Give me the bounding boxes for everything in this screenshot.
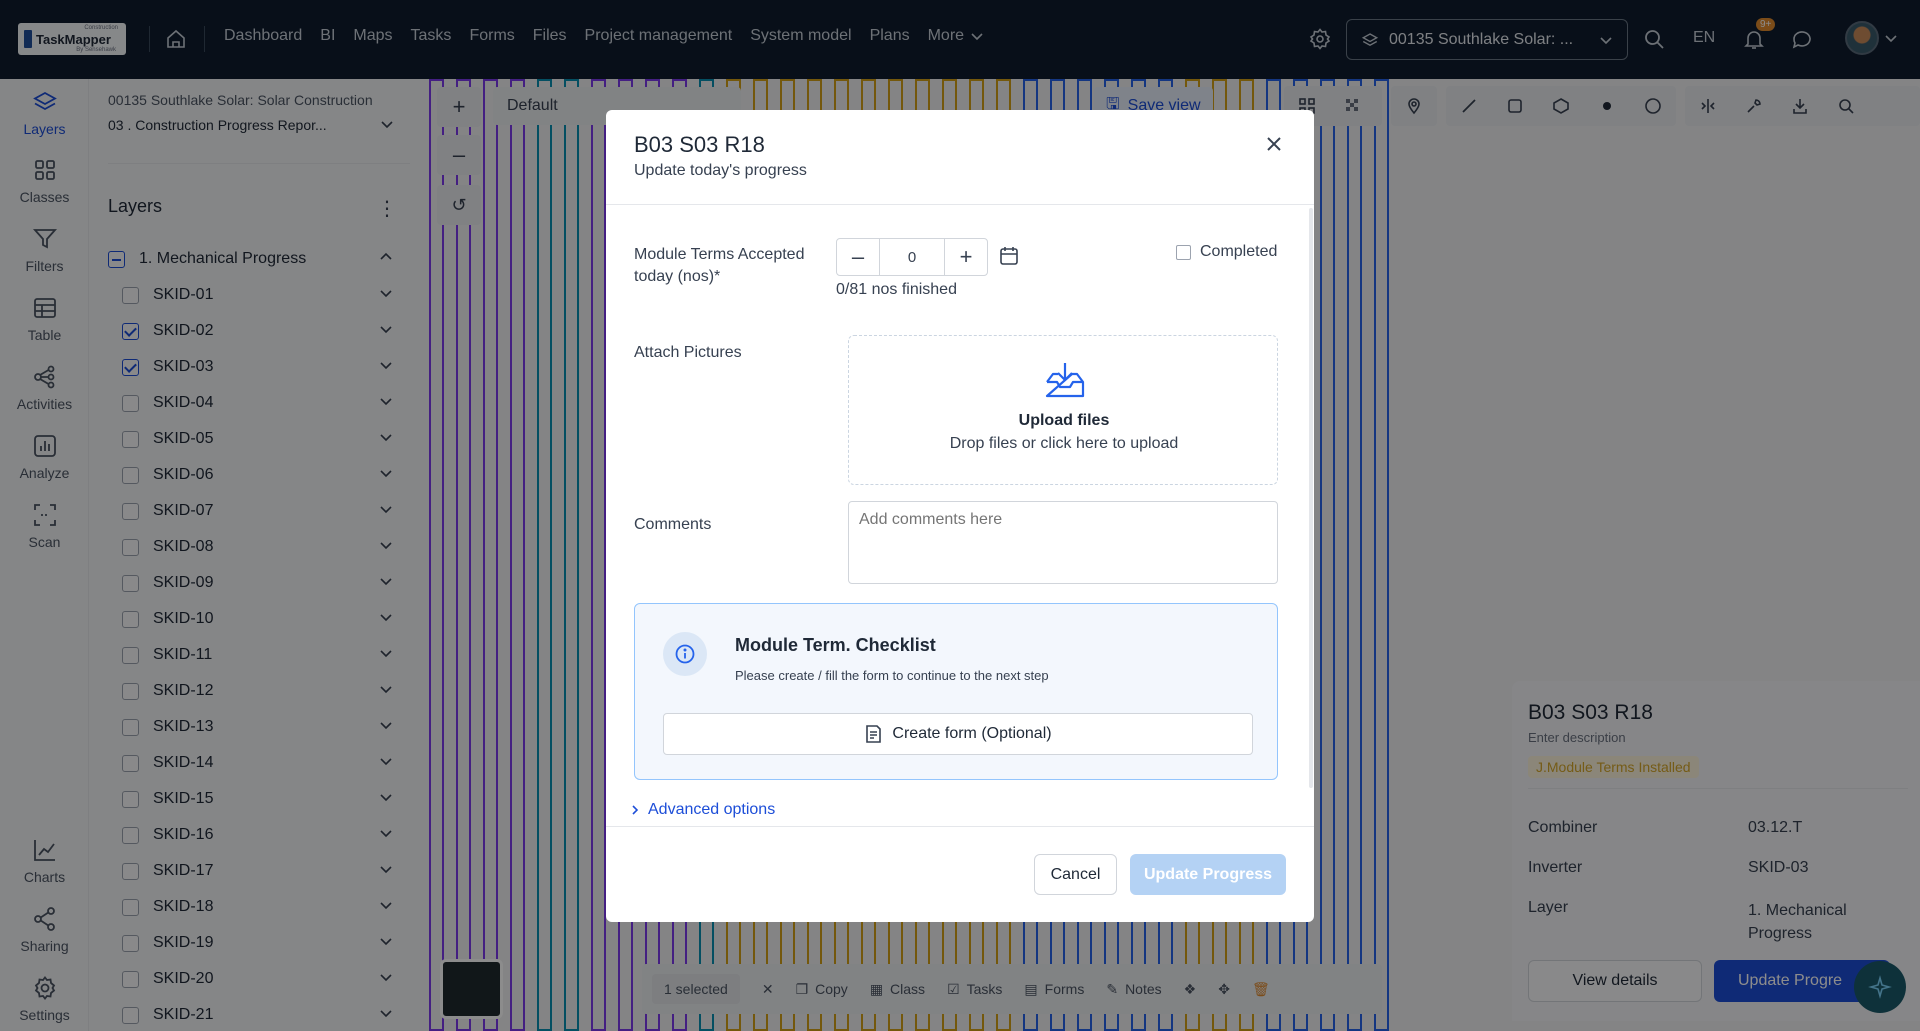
completed-label: Completed xyxy=(1200,243,1278,260)
divider xyxy=(606,826,1314,827)
comments-label: Comments xyxy=(634,516,712,533)
form-icon xyxy=(866,725,882,743)
checkbox[interactable] xyxy=(1176,244,1191,260)
chevron-right-icon xyxy=(632,805,639,815)
modal-subtitle: Update today's progress xyxy=(634,162,807,179)
upload-title: Upload files xyxy=(1018,412,1110,429)
attach-pictures-label: Attach Pictures xyxy=(634,344,742,361)
quantity-stepper: – 0 + xyxy=(836,238,988,276)
calendar-icon[interactable] xyxy=(998,245,1020,267)
close-icon[interactable] xyxy=(1260,130,1288,158)
advanced-options-toggle[interactable]: Advanced options xyxy=(630,801,775,819)
module-terms-label: Module Terms Accepted today (nos)* xyxy=(634,246,805,285)
upload-icon xyxy=(1045,363,1085,398)
checklist-subtitle: Please create / fill the form to continu… xyxy=(735,668,1049,683)
increment-button[interactable]: + xyxy=(945,239,987,275)
cancel-button[interactable]: Cancel xyxy=(1034,854,1117,895)
modal-scrollbar[interactable] xyxy=(1309,208,1313,788)
file-upload-dropzone[interactable]: Upload files Drop files or click here to… xyxy=(848,335,1278,485)
comments-field[interactable] xyxy=(848,501,1278,584)
info-icon xyxy=(663,632,707,676)
update-progress-modal: B03 S03 R18 Update today's progress Modu… xyxy=(606,110,1314,922)
checklist-callout: Module Term. Checklist Please create / f… xyxy=(634,603,1278,780)
advanced-options-label: Advanced options xyxy=(648,801,776,818)
create-form-button[interactable]: Create form (Optional) xyxy=(663,713,1253,755)
divider xyxy=(606,204,1314,205)
decrement-button[interactable]: – xyxy=(837,239,879,275)
completed-checkbox[interactable]: Completed xyxy=(1176,243,1277,261)
quantity-value[interactable]: 0 xyxy=(879,239,945,275)
upload-subtitle: Drop files or click here to upload xyxy=(949,435,1179,452)
modal-title: B03 S03 R18 xyxy=(634,132,765,157)
checklist-title: Module Term. Checklist xyxy=(735,635,936,655)
update-progress-submit-button[interactable]: Update Progress xyxy=(1130,854,1286,895)
create-form-label: Create form (Optional) xyxy=(892,725,1052,742)
progress-finished-text: 0/81 nos finished xyxy=(836,281,957,298)
